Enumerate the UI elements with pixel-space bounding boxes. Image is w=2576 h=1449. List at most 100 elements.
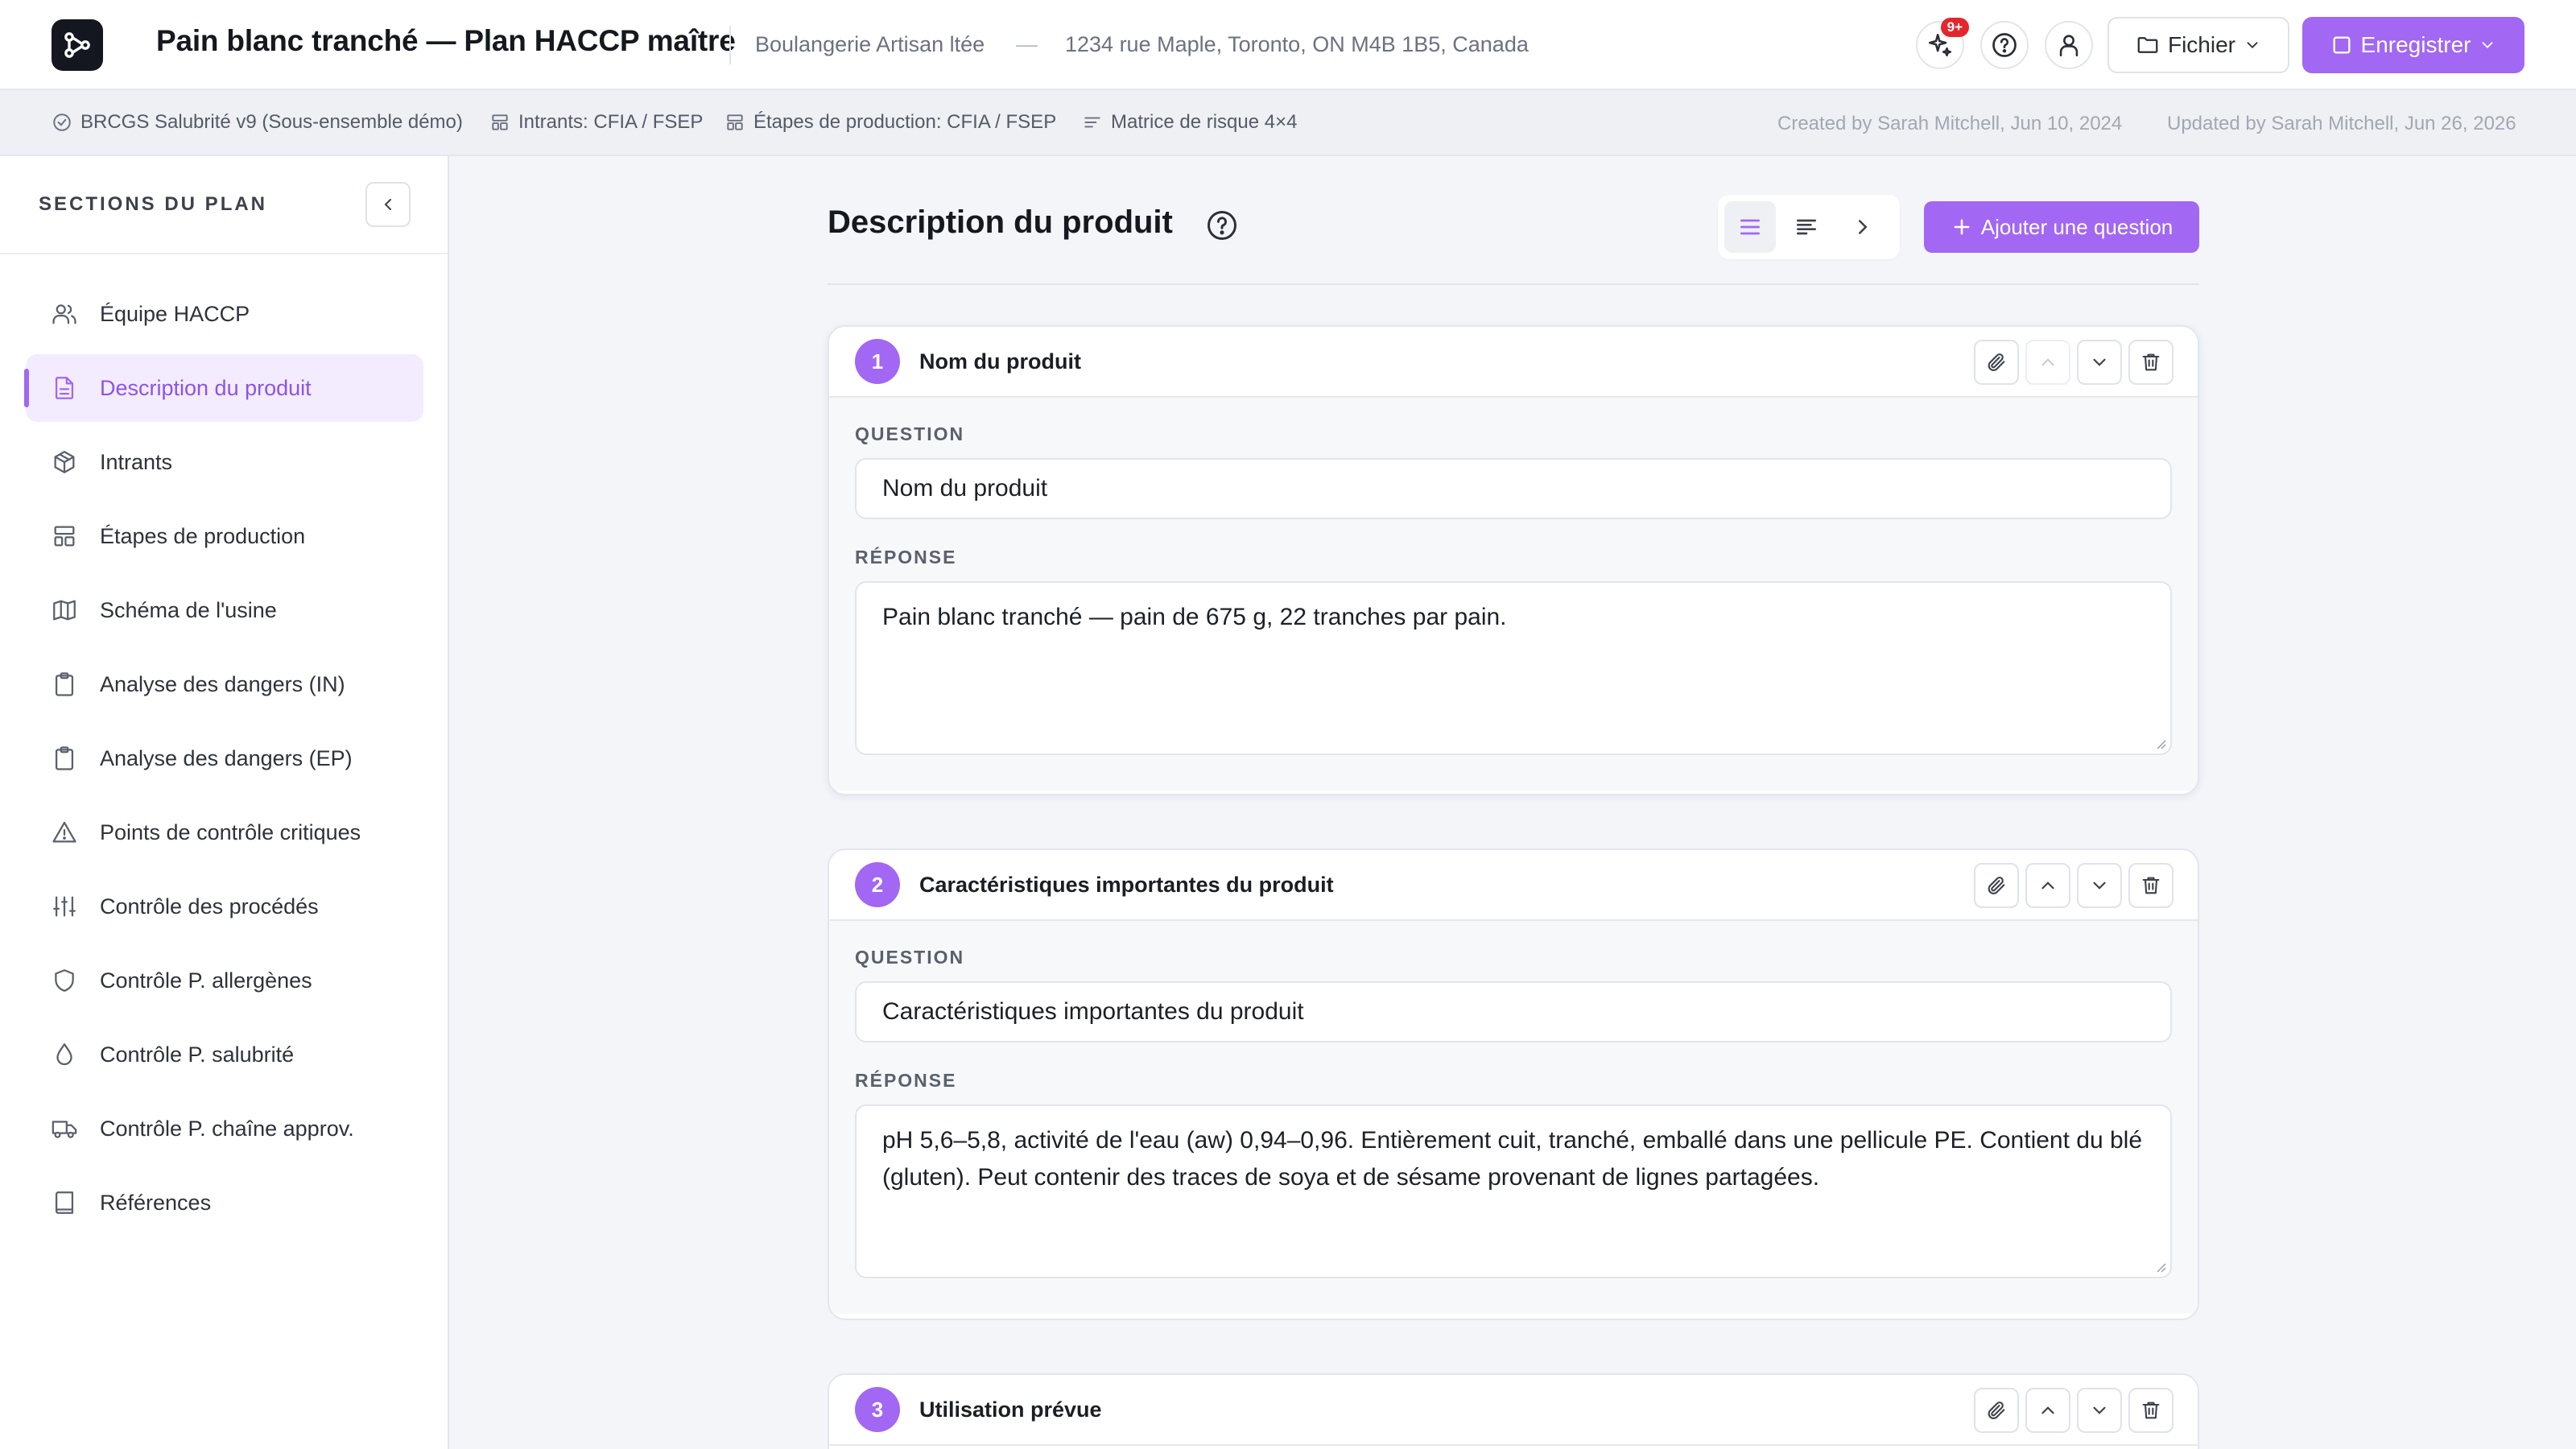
sidebar-item-sanitation-control[interactable]: Contrôle P. salubrité [26,1021,423,1088]
delete-button[interactable] [2128,340,2174,385]
steps-source-label: Étapes de production: CFIA / FSEP [753,111,1057,133]
chevron-down-icon [2247,42,2258,49]
sidebar-item-hazard-analysis-ep[interactable]: Analyse des dangers (EP) [26,724,423,792]
answer-textarea[interactable]: pH 5,6–5,8, activité de l'eau (aw) 0,94–… [855,1104,2172,1278]
document-icon [50,374,79,402]
text-align-icon [1797,219,1816,235]
view-mode-toggle [1718,195,1900,259]
next-view-button[interactable] [1837,201,1889,253]
question-title: Caractéristiques importantes du produit [919,872,1334,897]
file-menu-button[interactable]: Fichier [2107,17,2289,73]
user-icon [2059,35,2079,57]
question-number: 3 [855,1387,900,1432]
inputs-source-label: Intrants: CFIA / FSEP [518,111,704,133]
ai-sparkle-button[interactable]: 9+ [1916,18,1969,69]
collapse-sidebar-button[interactable] [365,182,411,227]
sidebar-item-inputs[interactable]: Intrants [26,428,423,496]
section-divider [828,283,2199,285]
attach-button[interactable] [1974,863,2019,908]
standard-chip: BRCGS Salubrité v9 (Sous-ensemble démo) [52,111,463,134]
question-title: Nom du produit [919,349,1081,374]
app-logo[interactable] [52,19,103,71]
attach-button[interactable] [1974,340,2019,385]
droplet-icon [50,1040,79,1069]
section-help-button[interactable] [1204,208,1240,243]
sidebar-item-production-steps[interactable]: Étapes de production [26,502,423,570]
plan-title: Pain blanc tranché — Plan HACCP maître [156,24,736,57]
delete-button[interactable] [2128,863,2174,908]
move-down-button[interactable] [2077,1388,2122,1433]
check-circle-icon [53,114,71,131]
chevron-down-icon [2093,1406,2106,1414]
chevron-down-icon [2483,42,2493,49]
move-up-button[interactable] [2025,1388,2070,1433]
standard-label: BRCGS Salubrité v9 (Sous-ensemble démo) [80,111,463,133]
resize-handle-icon [2157,1263,2166,1273]
sidebar-heading: SECTIONS DU PLAN [39,193,268,215]
sidebar-item-supply-chain-control[interactable]: Contrôle P. chaîne approv. [26,1095,423,1162]
add-question-button[interactable]: Ajouter une question [1924,201,2199,253]
delete-button[interactable] [2128,1388,2174,1433]
sidebar-item-haccp-team[interactable]: Équipe HACCP [26,280,423,348]
book-icon [50,1188,79,1217]
sidebar-item-label: Points de contrôle critiques [100,819,361,844]
move-down-button[interactable] [2077,863,2122,908]
question-number: 2 [855,862,900,907]
help-button[interactable] [1980,21,2029,69]
sidebar-item-label: Références [100,1190,212,1215]
risk-matrix-label: Matrice de risque 4×4 [1111,111,1298,133]
move-down-button[interactable] [2077,340,2122,385]
move-up-button[interactable] [2025,340,2070,385]
help-icon [1992,33,2017,57]
resize-handle-icon [2157,740,2166,749]
attach-button[interactable] [1974,1388,2019,1433]
question-card-header: 2 Caractéristiques importantes du produi… [829,850,2198,921]
notification-badge: 9+ [1940,18,1969,37]
sidebar-item-references[interactable]: Références [26,1169,423,1236]
save-button[interactable]: Enregistrer [2302,17,2524,73]
answer-textarea[interactable]: Pain blanc tranché — pain de 675 g, 22 t… [855,581,2172,755]
question-input[interactable]: Caractéristiques importantes du produit [855,981,2172,1042]
save-button-label: Enregistrer [2360,32,2471,57]
question-card-body: QUESTION Nom du produit RÉPONSE Pain bla… [829,398,2198,791]
sidebar-item-product-description[interactable]: Description du produit [24,354,423,422]
trash-icon [2142,1402,2160,1419]
sidebar-item-label: Contrôle P. salubrité [100,1042,295,1067]
sidebar-item-hazard-analysis-in[interactable]: Analyse des dangers (IN) [26,650,423,718]
question-label: QUESTION [855,947,965,968]
question-number: 1 [855,339,900,384]
question-label: QUESTION [855,423,965,444]
answer-label: RÉPONSE [855,547,957,568]
compact-view-button[interactable] [1781,201,1832,253]
clipboard-icon [50,670,79,699]
sidebar-item-allergen-control[interactable]: Contrôle P. allergènes [26,947,423,1014]
users-icon [50,299,79,328]
trash-icon [2142,877,2160,894]
plus-icon [1954,219,1970,235]
layout-icon [727,114,743,130]
list-icon [1084,117,1100,128]
question-card-body: QUESTION Caractéristiques importantes du… [829,921,2198,1314]
answer-text: pH 5,6–5,8, activité de l'eau (aw) 0,94–… [882,1127,2143,1191]
steps-source-chip: Étapes de production: CFIA / FSEP [724,111,1056,134]
sidebar-item-label: Contrôle des procédés [100,894,319,919]
sidebar-item-label: Intrants [100,449,173,474]
sidebar-item-plant-schematic[interactable]: Schéma de l'usine [26,576,423,644]
inputs-source-chip: Intrants: CFIA / FSEP [489,111,703,134]
file-menu-label: Fichier [2167,32,2235,57]
move-up-button[interactable] [2025,863,2070,908]
shield-icon [50,966,79,995]
sidebar-item-label: Description du produit [100,375,312,400]
map-icon [50,596,79,625]
user-button[interactable] [2045,21,2093,69]
question-input[interactable]: Nom du produit [855,458,2172,519]
folder-icon [2137,37,2158,53]
sidebar-item-critical-control-points[interactable]: Points de contrôle critiques [26,799,423,866]
paperclip-icon [1988,1402,2005,1419]
list-icon [1740,219,1760,235]
list-view-button[interactable] [1724,201,1776,253]
paperclip-icon [1988,353,2005,371]
question-tools [1974,863,2174,908]
layout-icon [492,114,508,130]
sidebar-item-process-control[interactable]: Contrôle des procédés [26,873,423,940]
